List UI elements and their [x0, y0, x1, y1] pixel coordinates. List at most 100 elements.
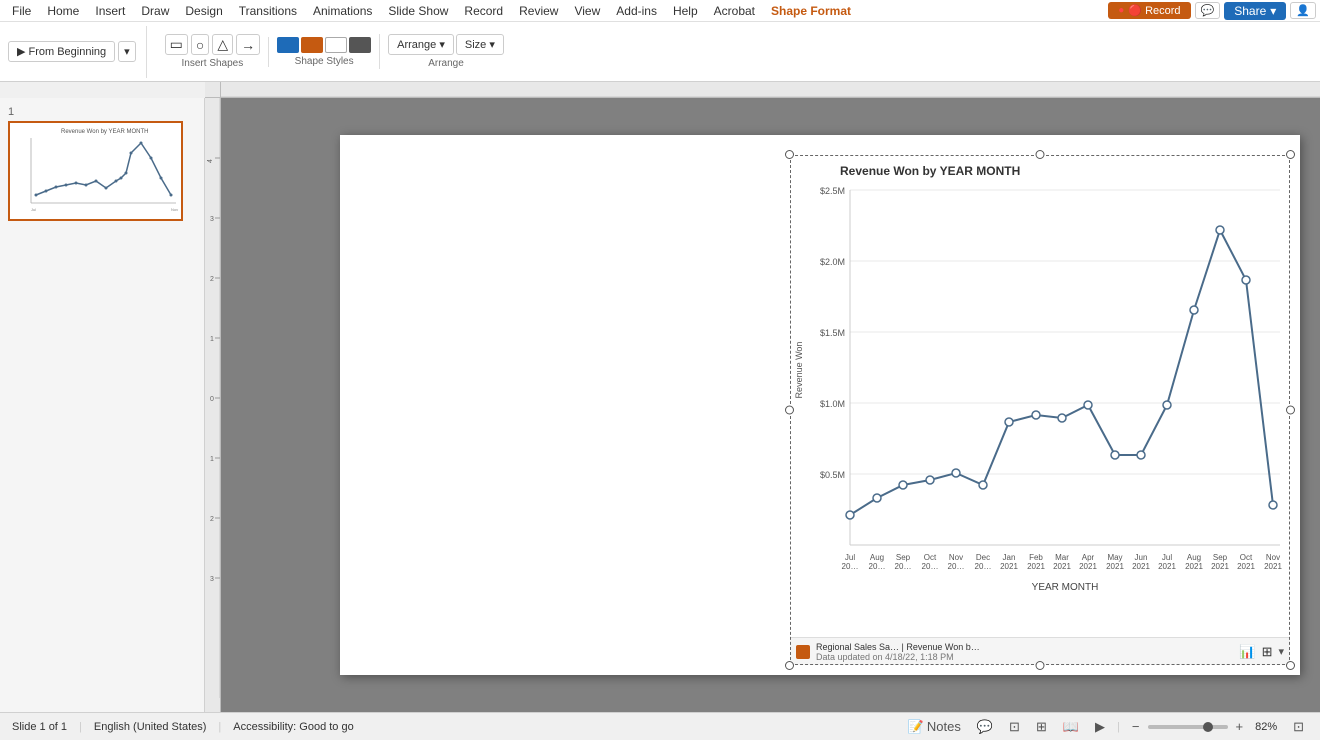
record-button[interactable]: ● 🔴 Record — [1108, 2, 1190, 19]
menu-bar: File Home Insert Draw Design Transitions… — [0, 0, 1320, 22]
svg-text:20…: 20… — [842, 562, 859, 571]
slide-sorter-button[interactable]: ⊞ — [1032, 717, 1051, 737]
svg-text:20…: 20… — [922, 562, 939, 571]
zoom-out-button[interactable]: − — [1128, 717, 1144, 736]
from-beginning-button[interactable]: ▶ From Beginning — [8, 41, 115, 62]
size-btn[interactable]: Size ▾ — [456, 34, 504, 55]
notes-button[interactable]: 📝 Notes — [904, 717, 965, 737]
menu-transitions[interactable]: Transitions — [231, 2, 305, 20]
shape-styles-row — [277, 37, 371, 53]
menu-help[interactable]: Help — [665, 2, 706, 20]
slide-thumbnail[interactable]: Revenue Won by YEAR MONTH — [8, 121, 183, 221]
play-icon: ▶ — [17, 45, 25, 58]
language-indicator[interactable]: English (United States) — [94, 721, 207, 733]
chart-svg: Revenue Won by YEAR MONTH — [790, 155, 1290, 635]
notes-icon: 📝 — [908, 719, 924, 735]
selection-handle-ml[interactable] — [785, 406, 794, 415]
chart-dropdown-icon[interactable]: ▾ — [1278, 645, 1284, 658]
menu-addins[interactable]: Add-ins — [608, 2, 665, 20]
profile-button[interactable]: 👤 — [1290, 2, 1316, 19]
svg-text:20…: 20… — [948, 562, 965, 571]
svg-text:2021: 2021 — [1158, 562, 1176, 571]
selection-handle-tl[interactable] — [785, 150, 794, 159]
shape-style-2[interactable] — [301, 37, 323, 53]
selection-handle-mr[interactable] — [1286, 406, 1295, 415]
svg-text:Nov: Nov — [1266, 553, 1280, 562]
svg-text:2021: 2021 — [1264, 562, 1282, 571]
shape-triangle-btn[interactable]: △ — [212, 34, 233, 55]
menu-insert[interactable]: Insert — [87, 2, 133, 20]
arrange-btn[interactable]: Arrange ▾ — [388, 34, 454, 55]
menu-review[interactable]: Review — [511, 2, 566, 20]
slide-working-area: Revenue Won by YEAR MONTH — [221, 98, 1320, 712]
menu-design[interactable]: Design — [177, 2, 230, 20]
svg-text:Aug: Aug — [870, 553, 884, 562]
chart-options-icon[interactable]: ⊞ — [1262, 644, 1273, 660]
shape-arrow-btn[interactable]: → — [236, 34, 260, 55]
selection-handle-tr[interactable] — [1286, 150, 1295, 159]
svg-text:2: 2 — [210, 516, 214, 523]
menu-draw[interactable]: Draw — [133, 2, 177, 20]
shape-style-1[interactable] — [277, 37, 299, 53]
svg-text:$2.5M: $2.5M — [820, 186, 845, 196]
svg-text:20…: 20… — [869, 562, 886, 571]
menu-view[interactable]: View — [566, 2, 608, 20]
chart-object[interactable]: Revenue Won by YEAR MONTH — [790, 155, 1290, 665]
selection-handle-tm[interactable] — [1036, 150, 1045, 159]
comment-button[interactable]: 💬 — [1195, 2, 1221, 19]
zoom-slider[interactable] — [1148, 725, 1228, 729]
menu-home[interactable]: Home — [39, 2, 87, 20]
slide-info: Slide 1 of 1 — [12, 721, 67, 733]
menu-shapeformat[interactable]: Shape Format — [763, 2, 859, 20]
selection-handle-br[interactable] — [1286, 661, 1295, 670]
presentation-view-button[interactable]: ▶ — [1091, 717, 1109, 737]
svg-text:Revenue Won: Revenue Won — [794, 342, 804, 399]
svg-text:2: 2 — [210, 276, 214, 283]
menu-record[interactable]: Record — [456, 2, 511, 20]
menu-slideshow[interactable]: Slide Show — [380, 2, 456, 20]
svg-text:2021: 2021 — [1211, 562, 1229, 571]
shape-oval-btn[interactable]: ○ — [191, 34, 209, 55]
shape-rect-btn[interactable]: ▭ — [165, 34, 188, 55]
svg-text:Jul: Jul — [31, 207, 36, 212]
status-bar: Slide 1 of 1 | English (United States) |… — [0, 712, 1320, 740]
zoom-controls: − + 82% — [1128, 717, 1281, 736]
shapes-row: ▭ ○ △ → — [165, 34, 260, 55]
menu-file[interactable]: File — [4, 2, 39, 20]
menu-animations[interactable]: Animations — [305, 2, 380, 20]
status-separator-3: | — [1117, 721, 1120, 733]
chart-title: Revenue Won by YEAR MONTH — [840, 164, 1020, 178]
zoom-in-button[interactable]: + — [1232, 717, 1248, 736]
svg-text:Oct: Oct — [1240, 553, 1253, 562]
shape-style-3[interactable] — [325, 37, 347, 53]
svg-text:Apr: Apr — [1082, 553, 1095, 562]
svg-text:2021: 2021 — [1000, 562, 1018, 571]
normal-view-button[interactable]: ⊡ — [1005, 717, 1024, 737]
svg-text:3: 3 — [210, 216, 214, 223]
selection-handle-bl[interactable] — [785, 661, 794, 670]
comments-view-button[interactable]: 💬 — [973, 717, 997, 737]
svg-text:Jun: Jun — [1135, 553, 1148, 562]
svg-text:$0.5M: $0.5M — [820, 470, 845, 480]
menu-bar-right: ● 🔴 Record 💬 Share ▾ 👤 — [1108, 2, 1316, 20]
thumbnail-chart: Revenue Won by YEAR MONTH — [11, 123, 181, 219]
fit-slide-button[interactable]: ⊡ — [1289, 717, 1308, 737]
slide[interactable]: Revenue Won by YEAR MONTH — [340, 135, 1300, 675]
svg-text:$1.5M: $1.5M — [820, 328, 845, 338]
selection-handle-bm[interactable] — [1036, 661, 1045, 670]
status-separator-2: | — [218, 721, 221, 733]
chart-type-icon[interactable]: 📊 — [1239, 644, 1255, 660]
slide-number: 1 — [8, 106, 196, 118]
svg-text:Jan: Jan — [1003, 553, 1016, 562]
insert-shapes-section: ▭ ○ △ → Insert Shapes — [165, 34, 260, 69]
svg-text:Jul: Jul — [1162, 553, 1172, 562]
data-source-info: Regional Sales Sa… | Revenue Won b… Data… — [816, 642, 980, 662]
svg-text:2021: 2021 — [1027, 562, 1045, 571]
menu-acrobat[interactable]: Acrobat — [706, 2, 763, 20]
svg-text:2021: 2021 — [1106, 562, 1124, 571]
zoom-level[interactable]: 82% — [1251, 721, 1281, 733]
reading-view-button[interactable]: 📖 — [1059, 717, 1083, 737]
share-button[interactable]: Share ▾ — [1224, 2, 1286, 20]
from-beginning-dropdown[interactable]: ▾ — [118, 41, 136, 62]
shape-style-4[interactable] — [349, 37, 371, 53]
